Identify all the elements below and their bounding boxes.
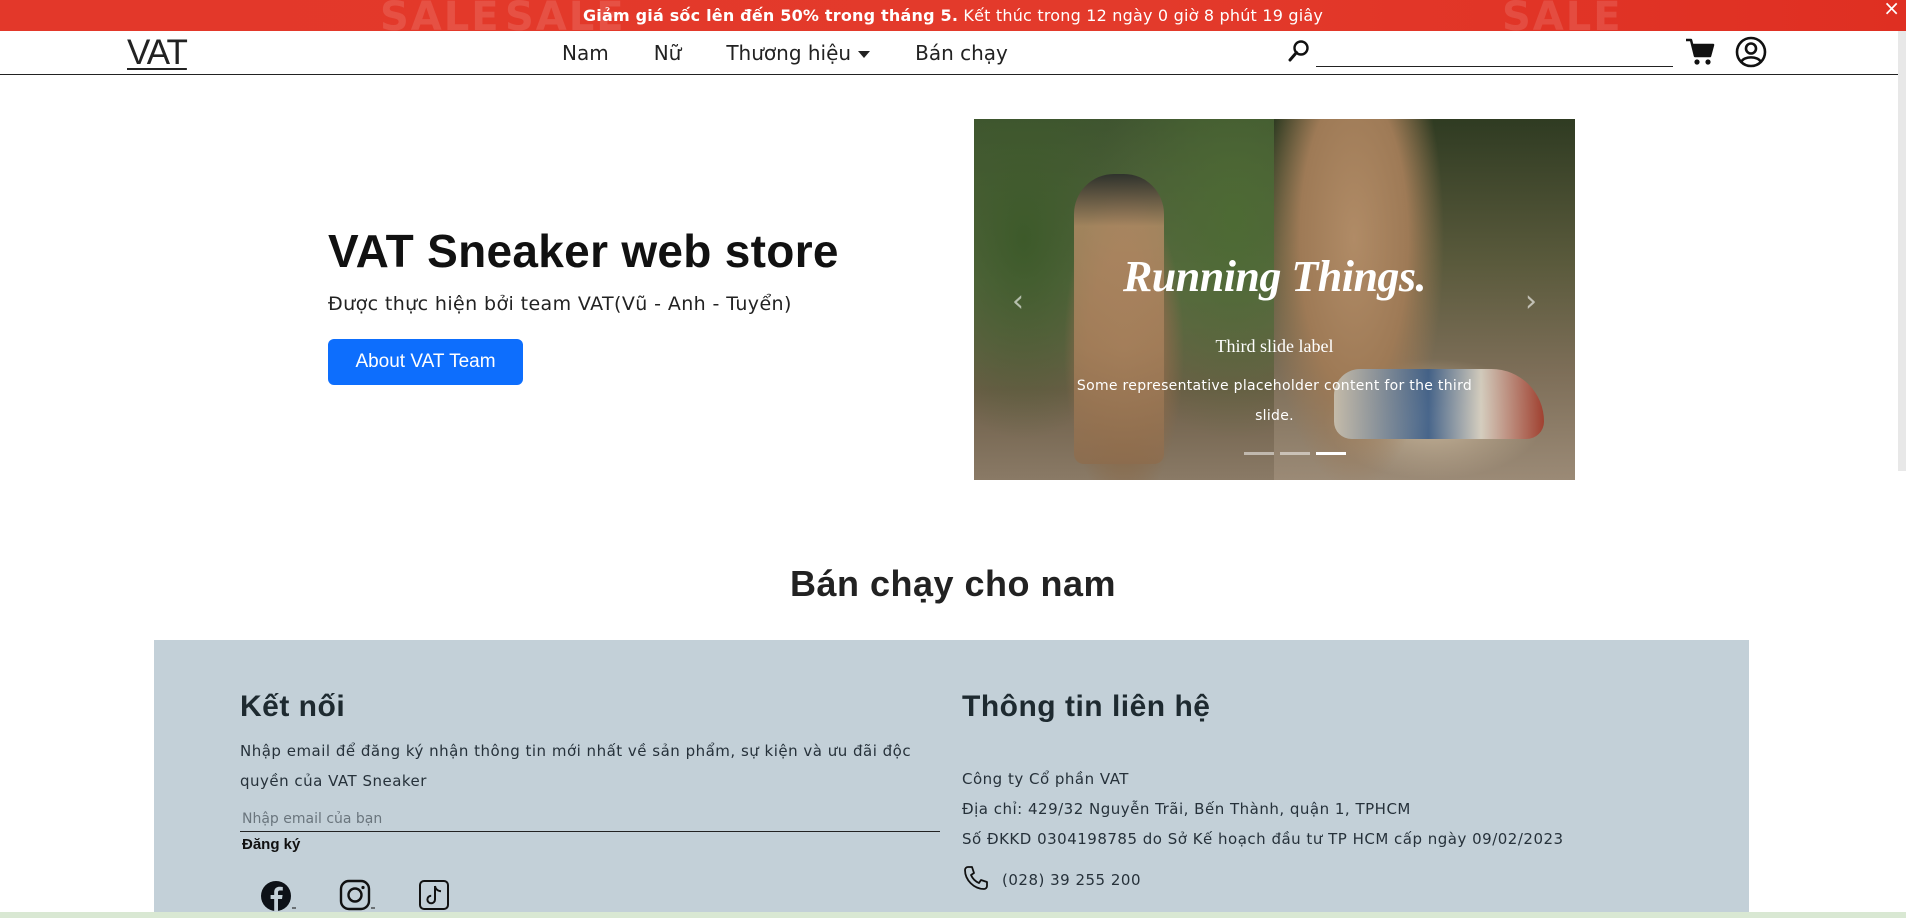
page-scrollbar[interactable]: [1898, 31, 1906, 471]
caret-down-icon: [858, 50, 871, 58]
close-icon[interactable]: ×: [1883, 0, 1900, 20]
promo-ghost-text: SALE: [1502, 0, 1623, 31]
carousel-headline: Running Things.: [1122, 252, 1427, 301]
phone-row: (028) 39 255 200: [962, 864, 1662, 896]
social-links: [260, 878, 454, 914]
facebook-icon[interactable]: [260, 878, 296, 914]
carousel-caption-text: Some representative placeholder content …: [1076, 378, 1473, 424]
promo-message: Giảm giá sốc lên đến 50% trong tháng 5. …: [583, 6, 1323, 25]
phone-icon: [962, 864, 990, 896]
cart-icon[interactable]: [1685, 38, 1715, 70]
section-title: Bán chạy cho nam: [789, 563, 1117, 604]
search-icon[interactable]: [1288, 39, 1310, 67]
nav-item-nu[interactable]: Nữ: [654, 41, 682, 65]
subscribe-button[interactable]: Đăng ký: [242, 836, 300, 853]
carousel-indicator[interactable]: [1280, 452, 1310, 455]
about-team-button[interactable]: About VAT Team: [328, 339, 523, 385]
email-field[interactable]: [240, 806, 940, 832]
promo-banner: SALE SALE SALE Giảm giá sốc lên đến 50% …: [0, 0, 1906, 31]
carousel-caption-title: Third slide label: [1215, 336, 1334, 356]
bottom-strip: [0, 912, 1906, 918]
main-nav: Nam Nữ Thương hiệu Bán chạy: [562, 41, 1008, 65]
footer-contact: Thông tin liên hệ Công ty Cổ phần VAT Đị…: [962, 690, 1662, 896]
carousel-next-button[interactable]: ›: [1525, 284, 1537, 319]
hero-subtitle: Được thực hiện bởi team VAT(Vũ - Anh - T…: [328, 293, 792, 315]
carousel-indicator[interactable]: [1244, 452, 1274, 455]
promo-message-bold: Giảm giá sốc lên đến 50% trong tháng 5.: [582, 6, 959, 25]
hero-title: VAT Sneaker web store: [328, 225, 839, 277]
instagram-icon[interactable]: [339, 878, 375, 914]
footer: Kết nối Nhập email để đăng ký nhận thông…: [154, 640, 1749, 918]
user-account-icon[interactable]: [1735, 36, 1767, 72]
promo-ghost-text: SALE: [380, 0, 501, 31]
search-input[interactable]: [1316, 43, 1673, 67]
nav-item-thuong-hieu[interactable]: Thương hiệu: [726, 41, 871, 65]
carousel-indicators: [1244, 452, 1346, 455]
nav-item-ban-chay[interactable]: Bán chạy: [915, 41, 1008, 65]
contact-heading: Thông tin liên hệ: [962, 690, 1211, 723]
phone-number[interactable]: (028) 39 255 200: [1002, 871, 1141, 889]
business-license: Số ĐKKD 0304198785 do Sở Kế hoạch đầu tư…: [962, 830, 1564, 848]
hero-carousel: Running Things. Third slide label Some r…: [974, 119, 1575, 480]
carousel-prev-button[interactable]: ‹: [1012, 284, 1024, 319]
footer-connect: Kết nối Nhập email để đăng ký nhận thông…: [240, 690, 945, 853]
carousel-indicator-active[interactable]: [1316, 452, 1346, 455]
search-bar: [1288, 39, 1673, 67]
navbar: VAT Nam Nữ Thương hiệu Bán chạy: [0, 31, 1906, 75]
connect-description: Nhập email để đăng ký nhận thông tin mới…: [240, 742, 912, 790]
company-name: Công ty Cổ phần VAT: [962, 770, 1129, 788]
nav-item-thuong-hieu-label: Thương hiệu: [726, 41, 852, 65]
logo-link[interactable]: VAT: [127, 33, 188, 73]
promo-message-countdown: Kết thúc trong 12 ngày 0 giờ 8 phút 19 g…: [958, 6, 1324, 25]
connect-heading: Kết nối: [240, 690, 346, 723]
nav-item-nam[interactable]: Nam: [562, 41, 609, 65]
tiktok-icon[interactable]: [418, 878, 454, 914]
company-address: Địa chỉ: 429/32 Nguyễn Trãi, Bến Thành, …: [962, 800, 1411, 818]
